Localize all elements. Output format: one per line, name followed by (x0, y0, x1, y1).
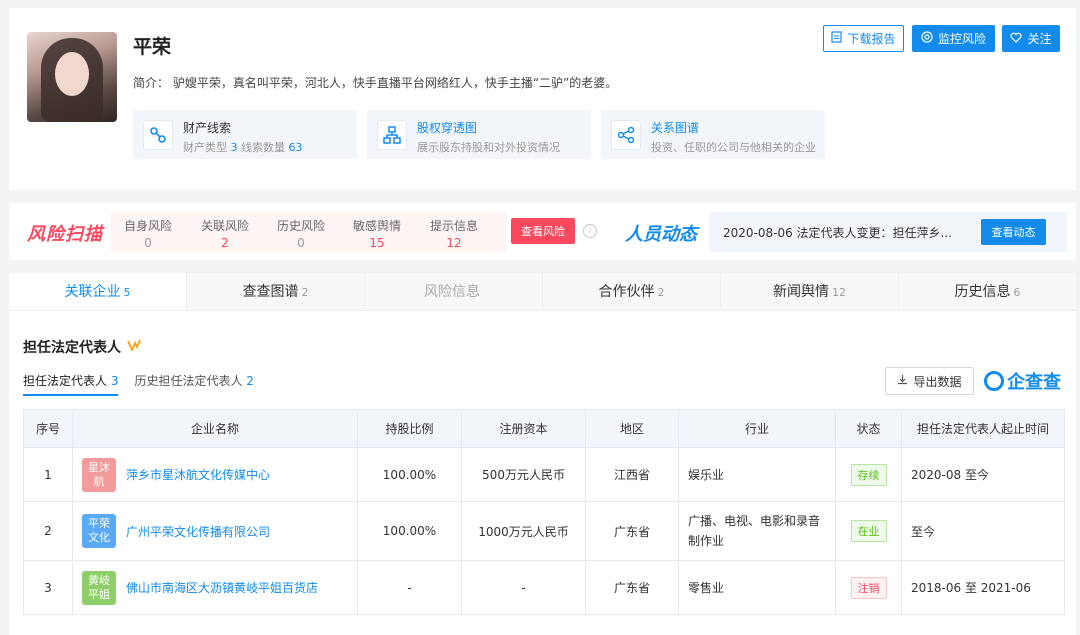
feature-title: 关系图谱 (651, 121, 700, 135)
col-header: 地区 (585, 409, 679, 448)
company-name-link[interactable]: 佛山市南海区大沥镇黄岐平姐百货店 (126, 579, 318, 596)
tab-history[interactable]: 历史信息 6 (899, 273, 1076, 310)
risk-scan-bar: 风险扫描 自身风险 0 关联风险 2 历史风险 0 敏感舆情 15 提示信息 12 查看风… (9, 203, 1076, 260)
col-header: 注册资本 (461, 409, 586, 448)
feature-relation-graph[interactable]: 关系图谱 投资、任职的公司与他相关的企业 (601, 110, 825, 159)
feature-asset-clues[interactable]: 财产线索 财产类型 3 线索数量 63 (133, 110, 357, 159)
tab-bar: 关联企业 5 查查图谱 2 风险信息 合作伙伴 2 新闻舆情 12 历史信息 6 (9, 273, 1076, 311)
col-header: 担任法定代表人起止时间 (901, 409, 1065, 448)
people-dynamics-box: 2020-08-06 法定代表人变更：担任萍乡... 查看动态 (709, 212, 1067, 252)
subtab-current-legal-rep[interactable]: 担任法定代表人 3 (23, 372, 119, 396)
person-intro: 简介： 驴嫂平荣，真名叫平荣，河北人，快手直播平台网络红人，快手主播“二驴”的老… (133, 76, 618, 90)
feature-subtitle: 展示股东持股和对外投资情况 (417, 141, 560, 154)
status-badge: 在业 (850, 520, 887, 542)
company-logo: 星沐航 (82, 457, 116, 492)
tab-risk-info[interactable]: 风险信息 (365, 273, 543, 310)
view-dynamics-button[interactable]: 查看动态 (981, 219, 1046, 245)
person-name: 平荣 (133, 36, 172, 58)
monitor-risk-button[interactable]: 监控风险 (912, 25, 995, 52)
risk-summary: 自身风险 0 关联风险 2 历史风险 0 敏感舆情 15 提示信息 12 (111, 212, 506, 252)
feature-subtitle: 投资、任职的公司与他相关的企业 (651, 141, 816, 154)
table-row: 2 平荣文化 广州平荣文化传播有限公司 100.00% 1000万元人民币 广东省… (23, 501, 1065, 561)
feature-title: 财产线索 (183, 121, 232, 135)
col-header: 行业 (678, 409, 836, 448)
col-header: 序号 (23, 409, 73, 448)
risk-scan-logo: 风险扫描 (27, 224, 103, 245)
legal-rep-table: 序号 企业名称 持股比例 注册资本 地区 行业 状态 担任法定代表人起止时间 1… (23, 409, 1065, 615)
tab-related-companies[interactable]: 关联企业 5 (9, 273, 187, 310)
avatar (27, 32, 117, 122)
risk-item-history[interactable]: 历史风险 0 (266, 217, 336, 250)
tab-partners[interactable]: 合作伙伴 2 (543, 273, 721, 310)
status-badge: 存续 (850, 463, 887, 486)
follow-button[interactable]: 关注 (1002, 25, 1060, 52)
org-chart-icon (377, 120, 407, 150)
people-dynamics-text[interactable]: 2020-08-06 法定代表人变更：担任萍乡... (723, 224, 968, 241)
download-report-button[interactable]: 下载报告 (823, 25, 904, 52)
subtab-history-legal-rep[interactable]: 历史担任法定代表人 2 (134, 372, 253, 396)
col-header: 持股比例 (357, 409, 462, 448)
tab-news[interactable]: 新闻舆情 12 (721, 273, 899, 310)
vip-badge-icon (127, 339, 141, 355)
company-name-link[interactable]: 广州平荣文化传播有限公司 (126, 523, 270, 540)
info-icon[interactable]: i (583, 224, 597, 238)
col-header: 企业名称 (72, 409, 358, 448)
section-title: 担任法定代表人 (23, 337, 141, 357)
table-row: 3 黄岐平姐 佛山市南海区大沥镇黄岐平姐百货店 - - 广东省 零售业 注销 20… (23, 560, 1065, 615)
feature-equity-chart[interactable]: 股权穿透图 展示股东持股和对外投资情况 (367, 110, 591, 159)
qichacha-mark-icon (984, 371, 1004, 391)
risk-item-sentiment[interactable]: 敏感舆情 15 (342, 217, 412, 250)
profile-card: 平荣 简介： 驴嫂平荣，真名叫平荣，河北人，快手直播平台网络红人，快手主播“二驴… (9, 8, 1076, 190)
heart-icon (1010, 32, 1023, 46)
subtab-bar: 担任法定代表人 3 历史担任法定代表人 2 (23, 372, 254, 396)
people-dynamics-logo: 人员动态 (625, 224, 697, 245)
table-row: 1 星沐航 萍乡市星沐航文化传媒中心 100.00% 500万元人民币 江西省 娱… (23, 447, 1065, 502)
export-data-button[interactable]: 导出数据 (885, 367, 974, 395)
company-logo: 黄岐平姐 (82, 570, 116, 605)
company-name-link[interactable]: 萍乡市星沐航文化传媒中心 (126, 466, 270, 483)
risk-item-self[interactable]: 自身风险 0 (113, 217, 183, 250)
col-header: 状态 (835, 409, 902, 448)
risk-item-notice[interactable]: 提示信息 12 (419, 217, 489, 250)
related-companies-panel: 关联企业 5 查查图谱 2 风险信息 合作伙伴 2 新闻舆情 12 历史信息 6 担任法定… (9, 273, 1076, 635)
document-icon (831, 31, 843, 46)
share-icon (611, 120, 641, 150)
download-icon (897, 374, 908, 388)
view-risk-button[interactable]: 查看风险 (511, 218, 575, 244)
link-icon (143, 120, 173, 150)
risk-item-related[interactable]: 关联风险 2 (190, 217, 260, 250)
feature-subtitle: 财产类型 3 线索数量 63 (183, 141, 303, 154)
bell-icon (921, 31, 933, 46)
table-header-row: 序号 企业名称 持股比例 注册资本 地区 行业 状态 担任法定代表人起止时间 (23, 409, 1065, 448)
tab-graph[interactable]: 查查图谱 2 (187, 273, 365, 310)
company-logo: 平荣文化 (82, 514, 116, 548)
qichacha-logo: 企查查 (984, 368, 1061, 394)
feature-title: 股权穿透图 (417, 121, 478, 135)
status-badge: 注销 (850, 576, 887, 599)
